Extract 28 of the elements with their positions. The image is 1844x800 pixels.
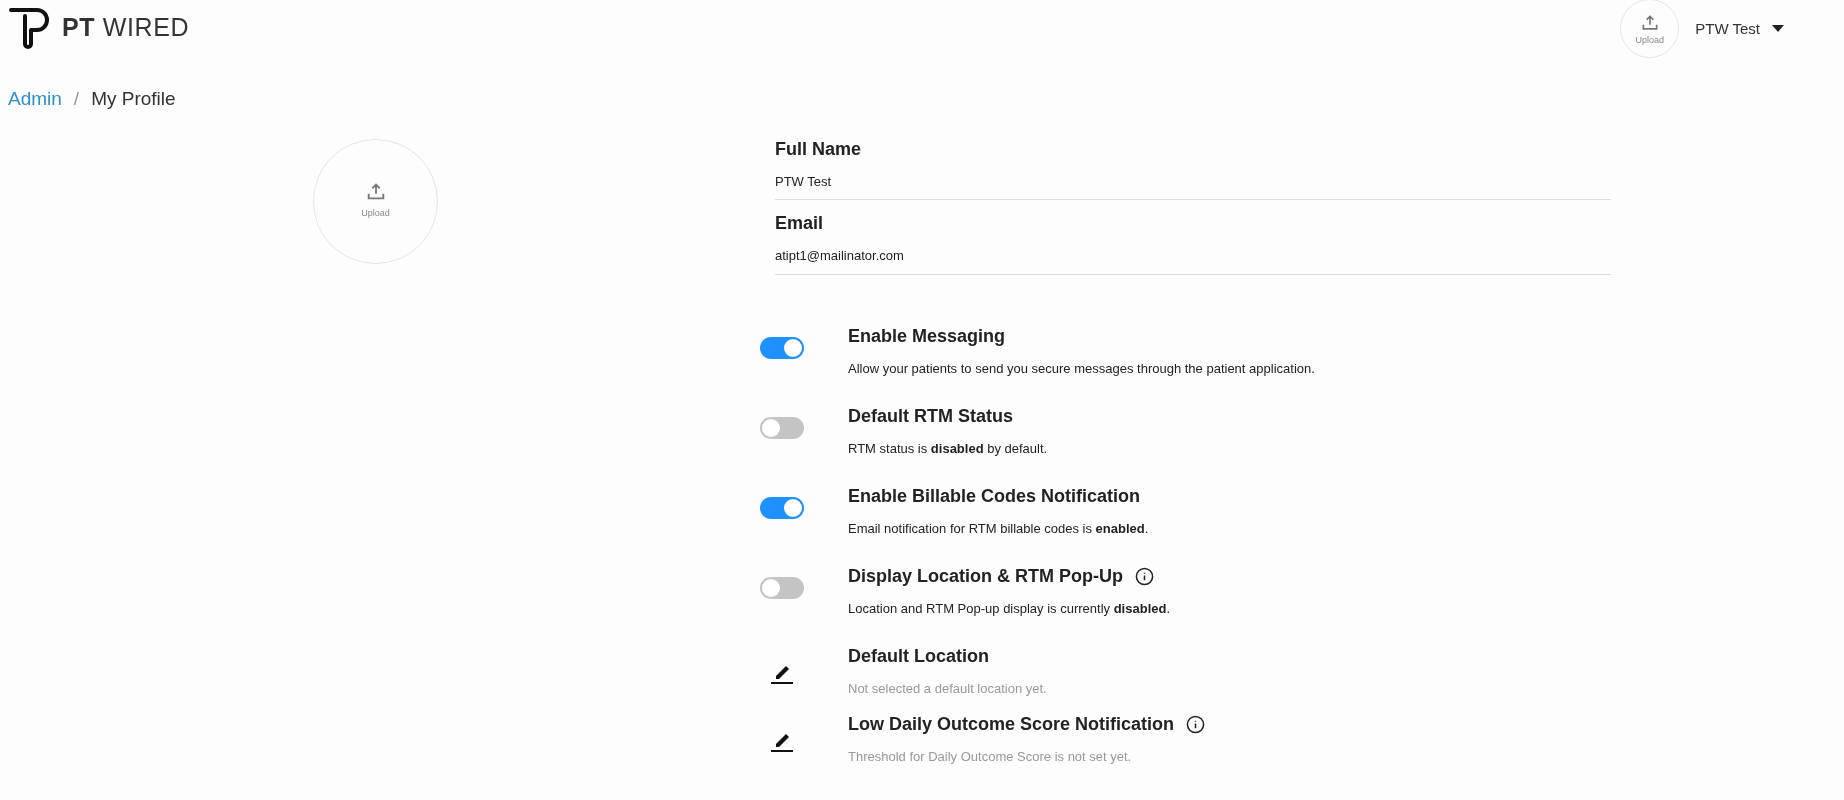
input-field[interactable]: atipt1@mailinator.com: [775, 246, 1611, 275]
caret-icon: [1772, 25, 1784, 33]
toggle-switch[interactable]: [760, 336, 804, 359]
setting-title: Display Location & RTM Pop-Up: [848, 564, 1123, 588]
field-label: Email: [775, 212, 825, 235]
breadcrumb-current: My Profile: [91, 87, 176, 111]
setting-description: Not selected a default location yet.: [848, 679, 1047, 698]
toggle-switch[interactable]: [760, 416, 804, 439]
toggle-switch[interactable]: [760, 576, 804, 599]
setting-title: Default RTM Status: [848, 404, 1013, 428]
setting-description: RTM status is disabled by default.: [848, 439, 1048, 458]
setting-title: Enable Billable Codes Notification: [848, 484, 1141, 508]
info-icon[interactable]: [1135, 566, 1154, 586]
info-icon[interactable]: [1186, 714, 1206, 734]
user-menu[interactable]: PTW Test: [1695, 17, 1784, 41]
logo-icon: [8, 6, 50, 50]
setting-description: Allow your patients to send you secure messages through the patient application.: [848, 359, 1315, 378]
setting-description: Location and RTM Pop-up display is currently disabled.: [848, 599, 1171, 618]
setting-title: Enable Messaging: [848, 324, 1006, 348]
logo-text: PT WIRED: [62, 12, 190, 44]
setting-description: Threshold for Daily Outcome Score is not set yet.: [848, 747, 1133, 766]
toggle-switch[interactable]: [760, 496, 804, 519]
setting-title: Low Daily Outcome Score Notification: [848, 712, 1175, 736]
input-field[interactable]: PTW Test: [775, 171, 1611, 200]
setting-title: Default Location: [848, 644, 989, 668]
breadcrumb-separator: /: [73, 87, 80, 111]
setting-description: Email notification for RTM billable codes is enabled.: [848, 519, 1149, 538]
field-label: Full Name: [775, 137, 863, 161]
